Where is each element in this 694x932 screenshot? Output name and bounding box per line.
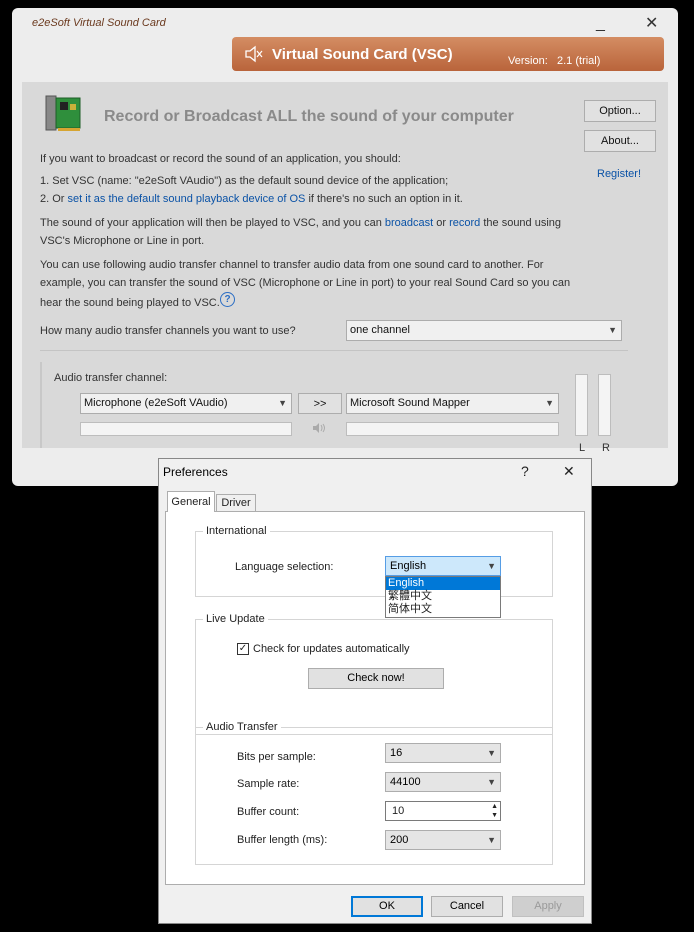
count-value: 10 [392, 805, 405, 817]
chevron-down-icon: ▼ [487, 777, 496, 787]
bits-label: Bits per sample: [237, 751, 316, 763]
para2-line2: VSC's Microphone or Line in port. [40, 235, 205, 247]
close-button[interactable]: ✕ [645, 16, 658, 32]
help-icon[interactable]: ? [220, 292, 235, 307]
source-device-dropdown[interactable]: Microphone (e2eSoft VAudio) ▼ [80, 393, 292, 414]
register-link[interactable]: Register! [597, 168, 641, 180]
target-device-value: Microsoft Sound Mapper [350, 397, 470, 409]
target-device-dropdown[interactable]: Microsoft Sound Mapper ▼ [346, 393, 559, 414]
para2-or: or [433, 217, 450, 229]
rate-label: Sample rate: [237, 778, 300, 790]
para2-line1: The sound of your application will then … [40, 217, 561, 229]
para3-line2: example, you can transfer the sound of V… [40, 277, 571, 289]
language-option-english[interactable]: English [386, 577, 500, 590]
step2-text: 2. Or set it as the default sound playba… [40, 193, 463, 205]
sound-card-icon [44, 92, 82, 137]
banner-title: Virtual Sound Card (VSC) [272, 46, 453, 63]
minimize-button[interactable]: _ [596, 16, 605, 32]
bits-value: 16 [390, 747, 403, 759]
step2-suffix: if there's no such an option in it. [305, 193, 463, 205]
channels-value: one channel [350, 324, 410, 336]
chevron-down-icon: ▼ [545, 398, 554, 408]
preferences-dialog: Preferences ? ✕ General Driver Internati… [158, 458, 592, 924]
length-value: 200 [390, 834, 409, 846]
main-window: e2eSoft Virtual Sound Card _ ✕ Virtual S… [12, 8, 678, 486]
record-link[interactable]: record [449, 217, 480, 229]
para3-line1: You can use following audio transfer cha… [40, 259, 544, 271]
transfer-group-border [40, 362, 42, 448]
length-dropdown[interactable]: 200 ▼ [385, 830, 501, 850]
international-legend: International [203, 525, 270, 537]
dialog-close-button[interactable]: ✕ [563, 463, 575, 480]
channels-dropdown[interactable]: one channel ▼ [346, 320, 622, 341]
language-option-traditional-chinese[interactable]: 繁體中文 [386, 590, 500, 603]
language-options-list: English 繁體中文 简体中文 [385, 576, 501, 618]
chevron-down-icon: ▼ [278, 398, 287, 408]
tab-driver[interactable]: Driver [216, 494, 256, 511]
window-title: e2eSoft Virtual Sound Card [32, 17, 166, 29]
left-level-meter [575, 374, 588, 436]
version-label: Version: [508, 55, 548, 67]
channels-question: How many audio transfer channels you wan… [40, 325, 296, 337]
step1-text: 1. Set VSC (name: "e2eSoft VAudio") as t… [40, 175, 449, 187]
left-channel-label: L [579, 442, 586, 454]
cancel-button[interactable]: Cancel [431, 896, 503, 917]
about-button[interactable]: About... [584, 130, 656, 152]
source-device-value: Microphone (e2eSoft VAudio) [84, 397, 228, 409]
headline: Record or Broadcast ALL the sound of you… [104, 108, 514, 125]
auto-update-checkbox[interactable]: ✓ [237, 643, 249, 655]
speaker-icon [244, 44, 264, 67]
check-now-button[interactable]: Check now! [308, 668, 444, 689]
para2-text: The sound of your application will then … [40, 217, 385, 229]
source-level-bar [80, 422, 292, 436]
chevron-down-icon: ▼ [487, 748, 496, 758]
language-option-simplified-chinese[interactable]: 简体中文 [386, 603, 500, 616]
bits-dropdown[interactable]: 16 ▼ [385, 743, 501, 763]
para3-line3: hear the sound being played to VSC. [40, 297, 220, 309]
version-value: 2.1 (trial) [557, 55, 601, 67]
buffer-count-spinner[interactable]: 10 ▲ ▼ [385, 801, 501, 821]
length-label: Buffer length (ms): [237, 834, 328, 846]
language-label: Language selection: [235, 561, 334, 573]
chevron-down-icon: ▼ [608, 325, 617, 335]
broadcast-link[interactable]: broadcast [385, 217, 433, 229]
language-dropdown[interactable]: English ▼ [385, 556, 501, 576]
chevron-down-icon: ▼ [487, 561, 496, 571]
live-update-legend: Live Update [203, 613, 268, 625]
count-label: Buffer count: [237, 806, 300, 818]
tab-general[interactable]: General [167, 491, 215, 512]
volume-icon [312, 422, 326, 437]
transfer-arrow-button[interactable]: >> [298, 393, 342, 414]
audio-transfer-legend: Audio Transfer [203, 721, 281, 733]
right-channel-label: R [602, 442, 610, 454]
language-value: English [390, 560, 427, 572]
intro-text: If you want to broadcast or record the s… [40, 153, 401, 165]
option-button[interactable]: Option... [584, 100, 656, 122]
rate-dropdown[interactable]: 44100 ▼ [385, 772, 501, 792]
dialog-title: Preferences [163, 465, 228, 479]
transfer-label: Audio transfer channel: [54, 372, 168, 384]
spinner-arrows-icon[interactable]: ▲ ▼ [491, 802, 498, 820]
auto-update-label: Check for updates automatically [253, 643, 410, 655]
banner: Virtual Sound Card (VSC) Version: 2.1 (t… [232, 37, 664, 71]
step2-prefix: 2. Or [40, 193, 68, 205]
rate-value: 44100 [390, 776, 421, 788]
divider [40, 350, 628, 351]
default-device-link[interactable]: set it as the default sound playback dev… [68, 193, 306, 205]
para2-tail: the sound using [480, 217, 562, 229]
right-level-meter [598, 374, 611, 436]
ok-button[interactable]: OK [351, 896, 423, 917]
chevron-down-icon: ▼ [487, 835, 496, 845]
help-button[interactable]: ? [521, 463, 529, 479]
content-panel: Record or Broadcast ALL the sound of you… [22, 82, 668, 454]
target-level-bar [346, 422, 559, 436]
apply-button[interactable]: Apply [512, 896, 584, 917]
